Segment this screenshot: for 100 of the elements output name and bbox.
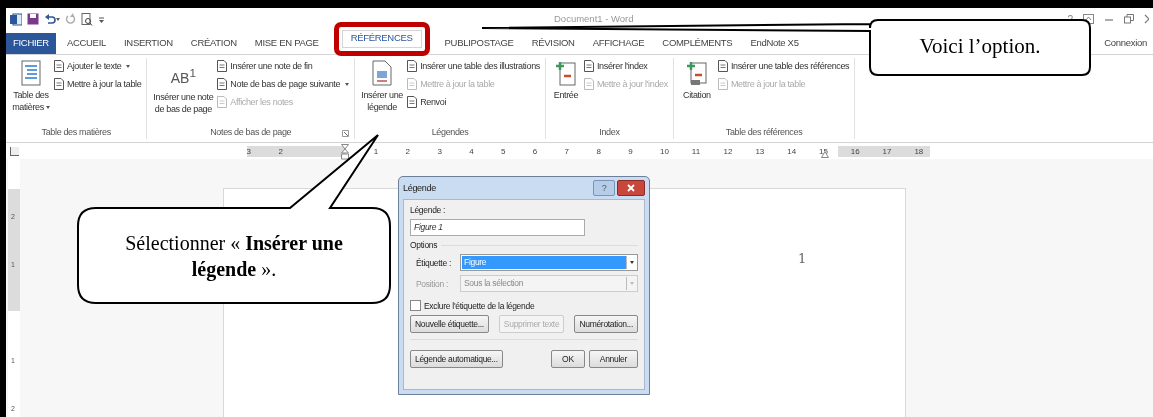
indent-marker-icon[interactable]: [341, 143, 349, 160]
dialog-button[interactable]: OK: [551, 350, 585, 368]
ruler-number: 16: [850, 146, 860, 156]
sign-in-link[interactable]: Connexion: [1104, 37, 1147, 54]
footnote-icon: AB$^{1}$: [170, 66, 196, 88]
group-label: Table des matières: [41, 127, 111, 139]
ruler-number: 5: [501, 146, 506, 156]
close-icon[interactable]: [1144, 14, 1149, 24]
ribbon-display-icon[interactable]: [1083, 14, 1094, 24]
document-picture-icon: [372, 60, 393, 86]
ribbon-tab[interactable]: FICHIER: [6, 33, 56, 54]
customize-icon[interactable]: [98, 15, 105, 23]
dialog-button[interactable]: Numérotation...: [574, 315, 638, 333]
group-label: Index: [599, 127, 620, 139]
document-icon: [217, 78, 228, 90]
ruler-number: 13: [755, 146, 765, 156]
ruler-number: 14: [787, 146, 797, 156]
ruler-number: 9: [628, 146, 633, 156]
dialog-title: Légende: [403, 183, 436, 193]
ruler-number: 2: [405, 146, 411, 156]
ruler-number: 11: [691, 146, 701, 156]
ruler-number: 4: [469, 146, 474, 156]
ribbon-command[interactable]: Insérer une note de fin: [217, 60, 350, 72]
ruler-number: 3: [246, 146, 252, 156]
restore-icon[interactable]: [1124, 14, 1134, 24]
document-icon: [54, 60, 64, 72]
ribbon-tab[interactable]: RÉVISION: [524, 33, 582, 54]
document-icon: [407, 96, 418, 108]
document-icon: [583, 60, 594, 72]
document-icon: [407, 60, 418, 72]
word-logo-icon: [10, 12, 22, 26]
ruler-number: 12: [723, 146, 733, 156]
ribbon-tab[interactable]: RÉFÉRENCES: [333, 22, 430, 56]
close-icon: [627, 184, 635, 192]
ribbon-command[interactable]: Note de bas de page suivante: [217, 78, 350, 90]
close-button[interactable]: [617, 180, 645, 196]
print-preview-icon[interactable]: [81, 12, 93, 26]
ribbon-tab[interactable]: AFFICHAGE: [585, 33, 652, 54]
ruler-number: 6: [532, 146, 538, 156]
ribbon-large-button[interactable]: Entrée: [550, 58, 581, 127]
group-label: Légendes: [431, 127, 469, 139]
document-icon: [583, 78, 594, 90]
field-label: Position :: [416, 278, 449, 289]
ruler-number: 3: [437, 146, 442, 156]
window-title: Document1 - Word: [554, 13, 634, 24]
document-icon: [217, 96, 228, 108]
ruler-number: 1: [373, 146, 379, 156]
ribbon-tab[interactable]: INSERTION: [117, 33, 180, 54]
ribbon-tab[interactable]: EndNote X5: [743, 33, 806, 54]
ruler-number: 8: [596, 146, 601, 156]
dialog-button[interactable]: Légende automatique...: [410, 350, 503, 368]
ribbon-tab[interactable]: ACCUEIL: [59, 33, 113, 54]
ribbon-large-button[interactable]: Table des matières: [11, 58, 51, 127]
page-number: 1: [798, 251, 807, 266]
undo-icon[interactable]: [44, 13, 60, 25]
caption-input[interactable]: Figure 1: [410, 219, 585, 236]
help-button[interactable]: ?: [593, 180, 615, 196]
ruler-number: 18: [914, 146, 924, 156]
dialog-button[interactable]: Nouvelle étiquette...: [410, 315, 489, 333]
group-label: Table des références: [725, 127, 803, 139]
citation-icon: [685, 60, 708, 86]
ribbon-tab[interactable]: MISE EN PAGE: [247, 33, 326, 54]
ribbon-command[interactable]: Renvoi: [407, 96, 540, 108]
ruler-number: 10: [660, 146, 669, 156]
ribbon-large-button[interactable]: AB$^{1}$ Insérer une note de bas de page: [152, 58, 215, 127]
callout-text: Voici l’option.: [918, 34, 1042, 59]
field-label: Étiquette :: [416, 257, 452, 268]
ruler-number: 7: [564, 146, 570, 156]
ribbon-command[interactable]: Insérer une table des références: [717, 60, 850, 72]
section-label: Options: [410, 240, 438, 250]
ribbon-large-button[interactable]: Insérer une légende: [360, 58, 405, 127]
ribbon-tab[interactable]: COMPLÉMENTS: [655, 33, 740, 54]
document-icon: [217, 60, 228, 72]
ribbon-tab[interactable]: PUBLIPOSTAGE: [437, 33, 521, 54]
dialog-launcher-icon[interactable]: [342, 130, 350, 137]
dropdown-arrow-icon: [45, 106, 50, 110]
ribbon-command[interactable]: Insérer l'index: [583, 60, 668, 72]
dropdown-arrow-icon: [126, 64, 131, 68]
ruler-number: 2: [278, 146, 283, 156]
ribbon-tab[interactable]: CRÉATION: [183, 33, 244, 54]
ribbon-command[interactable]: Mettre à jour la table: [54, 78, 142, 90]
ribbon-large-button[interactable]: Citation: [678, 58, 715, 127]
ribbon-command[interactable]: Insérer une table des illustrations: [407, 60, 540, 72]
dialog-button[interactable]: Annuler: [588, 350, 638, 368]
document-icon: [407, 78, 418, 90]
group-label: Notes de bas de page: [210, 127, 292, 139]
tab-selector-icon[interactable]: [10, 146, 19, 156]
document-icon: [717, 60, 728, 72]
ribbon-command[interactable]: Ajouter le texte: [54, 60, 142, 72]
save-icon[interactable]: [27, 13, 39, 25]
document-lines-icon: [21, 60, 41, 86]
callout-text: Sélectionner « Insérer une légende ».: [124, 231, 344, 282]
document-icon: [717, 78, 728, 90]
ruler-number: 17: [882, 146, 892, 156]
dropdown-arrow-icon: [345, 82, 350, 86]
document-icon: [54, 78, 64, 90]
checkbox-label: Exclure l'étiquette de la légende: [424, 300, 535, 311]
index-entry-icon: [554, 60, 577, 86]
checkbox[interactable]: [410, 300, 421, 311]
field-label: Légende :: [410, 205, 446, 215]
